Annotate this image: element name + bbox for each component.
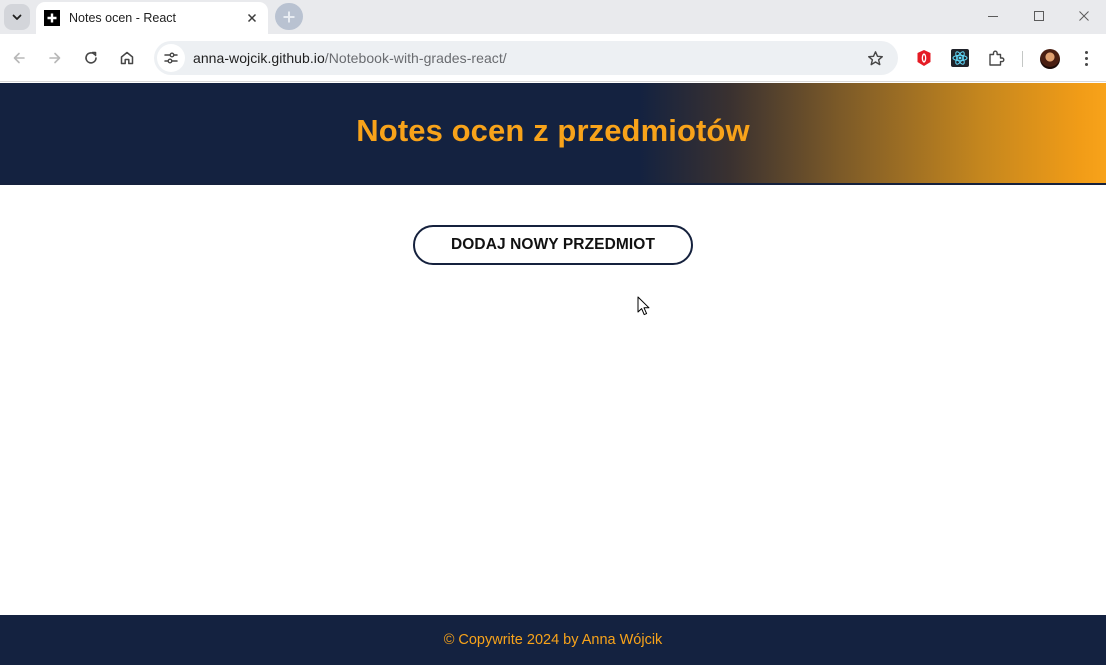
- toolbar-separator: [1022, 51, 1023, 67]
- tab-title: Notes ocen - React: [69, 11, 176, 25]
- profile-avatar[interactable]: [1040, 49, 1060, 69]
- page-title: Notes ocen z przedmiotów: [356, 113, 750, 148]
- url-host: anna-wojcik.github.io: [193, 50, 325, 66]
- forward-icon[interactable]: [41, 44, 69, 72]
- tab-search-icon[interactable]: [4, 4, 30, 30]
- tab-notes-ocen[interactable]: Notes ocen - React: [36, 2, 268, 34]
- opera-extension-icon[interactable]: [914, 48, 934, 68]
- add-subject-button[interactable]: DODAJ NOWY PRZEDMIOT: [413, 225, 693, 265]
- window-close-icon[interactable]: [1061, 0, 1106, 32]
- tab-strip: Notes ocen - React: [0, 0, 1106, 34]
- extensions-puzzle-icon[interactable]: [986, 48, 1006, 68]
- minimize-icon[interactable]: [970, 0, 1016, 32]
- url-text[interactable]: anna-wojcik.github.io/Notebook-with-grad…: [193, 50, 507, 66]
- menu-dots-icon[interactable]: [1076, 48, 1096, 68]
- footer-copyright: © Copywrite 2024 by Anna Wójcik: [443, 632, 663, 648]
- back-icon[interactable]: [5, 44, 33, 72]
- reload-icon[interactable]: [77, 44, 105, 72]
- site-info-icon[interactable]: [157, 44, 185, 72]
- page-footer: © Copywrite 2024 by Anna Wójcik: [0, 615, 1106, 665]
- close-icon[interactable]: [242, 8, 262, 28]
- main-content: DODAJ NOWY PRZEDMIOT: [0, 185, 1106, 615]
- page-header: Notes ocen z przedmiotów: [0, 83, 1106, 185]
- maximize-icon[interactable]: [1016, 0, 1062, 32]
- bookmark-star-icon[interactable]: [866, 49, 884, 67]
- plus-icon: [44, 10, 60, 26]
- address-bar[interactable]: anna-wojcik.github.io/Notebook-with-grad…: [154, 41, 898, 75]
- new-tab-icon[interactable]: [275, 3, 303, 30]
- mouse-cursor-icon: [637, 296, 650, 316]
- react-devtools-icon[interactable]: [950, 48, 970, 68]
- browser-toolbar: anna-wojcik.github.io/Notebook-with-grad…: [0, 34, 1106, 82]
- url-path: /Notebook-with-grades-react/: [324, 50, 507, 66]
- home-icon[interactable]: [113, 44, 141, 72]
